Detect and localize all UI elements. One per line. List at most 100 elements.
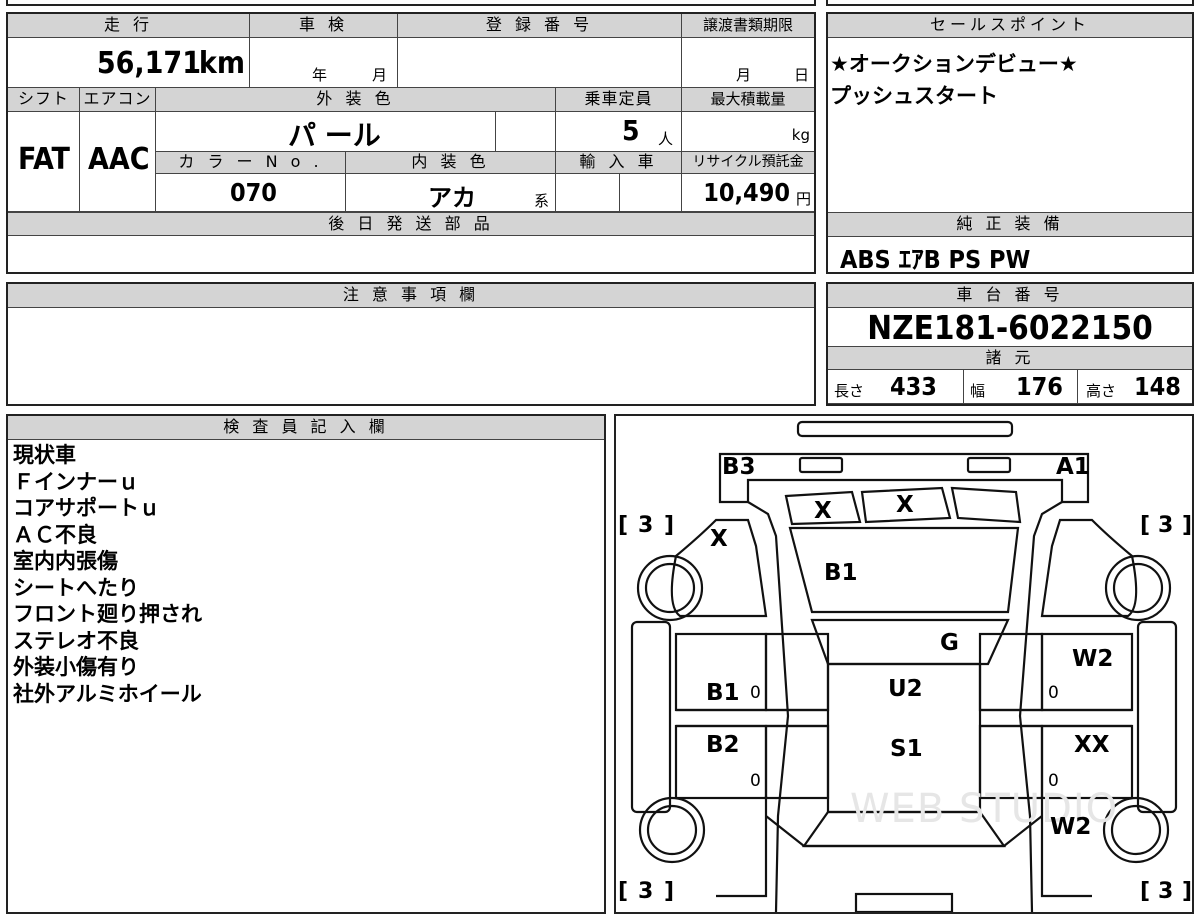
tire-tread-front-left: 3	[638, 513, 653, 538]
sales-point-line-1: ★オークションデビュー★	[830, 52, 1078, 76]
code-right-rear-door-sub: 0	[1048, 771, 1059, 791]
interior-color-cell: アカ 系	[346, 174, 556, 212]
spec-length-cell: 長さ 433	[828, 370, 964, 404]
spec-height-cell: 高さ 148	[1078, 370, 1192, 404]
code-windshield-left: X	[814, 498, 832, 524]
spec-length-value: 433	[890, 372, 937, 401]
code-left-front-door-sub: 0	[750, 683, 761, 703]
rear-right-wheel-inner	[1110, 804, 1162, 856]
spec-width-label: 幅	[970, 382, 986, 400]
color-no-cell: 070	[156, 174, 346, 212]
notes-header: 注 意 事 項 欄	[8, 284, 814, 308]
inspector-note: Ｆインナーｕ	[13, 469, 139, 494]
capacity-unit: 人	[658, 130, 674, 148]
transfer-deadline-cell: 月 日	[682, 38, 814, 88]
capacity-header: 乗車定員	[556, 88, 682, 112]
inspector-note: ＡＣ不良	[13, 522, 97, 547]
code-right-front-door-sub: 0	[1048, 683, 1059, 703]
code-cabin-rear: S1	[890, 736, 923, 762]
exterior-color-header: 外 装 色	[156, 88, 556, 112]
code-hood: B1	[824, 560, 858, 586]
registration-header: 登 録 番 号	[398, 14, 682, 38]
interior-color-header: 内 装 色	[346, 152, 556, 174]
capacity-value: 5	[622, 114, 640, 147]
top-edge-strip-right	[826, 0, 1194, 6]
inspector-note: フロント廻り押され	[13, 602, 202, 626]
code-front-left: B3	[722, 454, 756, 480]
front-right-wheel-inner	[1112, 562, 1164, 614]
vehicle-info-box: 走 行 車 検 登 録 番 号 譲渡書類期限 56,171 km 年 月 月 日…	[6, 12, 816, 274]
code-left-front-door: B1	[706, 680, 740, 706]
import-header: 輸 入 車	[556, 152, 682, 174]
sales-point-line-2: プッシュスタート	[830, 84, 998, 108]
capacity-cell: 5 人	[556, 112, 682, 152]
inspector-note: 外装小傷有り	[13, 655, 139, 679]
parts-header: 後 日 発 送 部 品	[8, 212, 814, 236]
recycle-value: 10,490	[703, 178, 790, 207]
import-cell	[556, 174, 620, 212]
rear-left-wheel	[638, 796, 706, 864]
transfer-day-unit: 日	[794, 66, 810, 84]
front-right-wheel	[1104, 554, 1172, 622]
front-left-wheel-inner	[644, 562, 696, 614]
shift-cell: FAT	[8, 112, 80, 212]
max-load-header: 最大積載量	[682, 88, 814, 112]
bracket-fl-close: ]	[664, 513, 674, 538]
inspection-year-unit: 年	[312, 66, 328, 84]
transfer-month-unit: 月	[736, 66, 752, 84]
inspection-cell: 年 月	[250, 38, 398, 88]
front-glass-right	[950, 486, 1022, 524]
bracket-rr-open: [	[1140, 879, 1150, 904]
code-left-rear-door-sub: 0	[750, 771, 761, 791]
rear-bumper	[854, 892, 954, 912]
windshield-outline	[810, 618, 1010, 666]
sales-point-header: セールスポイント	[828, 14, 1192, 38]
ac-value: AAC	[88, 142, 150, 177]
mileage-cell: 56,171 km	[8, 38, 250, 88]
sales-point-box: セールスポイント ★オークションデビュー★ プッシュスタート 純 正 装 備 A…	[826, 12, 1194, 274]
left-sill	[630, 620, 672, 814]
max-load-unit: kg	[791, 126, 810, 144]
bracket-rr-close: ]	[1182, 879, 1192, 904]
tire-tread-rear-right: 3	[1158, 879, 1173, 904]
max-load-cell: kg	[682, 112, 814, 152]
recycle-unit: 円	[795, 190, 811, 208]
shift-value: FAT	[18, 142, 70, 177]
code-roof: G	[940, 630, 959, 656]
bracket-fr-open: [	[1140, 513, 1150, 538]
code-left-rear-door: B2	[706, 732, 740, 758]
exterior-color-extra-cell	[496, 112, 556, 152]
tire-tread-front-right: 3	[1158, 513, 1173, 538]
shift-header: シフト	[8, 88, 80, 112]
inspection-header: 車 検	[250, 14, 398, 38]
code-front-right: A1	[1056, 454, 1090, 480]
interior-color-value: アカ	[428, 184, 476, 212]
right-headlight	[966, 456, 1012, 474]
inspector-note: ステレオ不良	[13, 628, 139, 653]
code-left-front-fender: X	[710, 526, 728, 552]
left-headlight	[798, 456, 844, 474]
inspector-note: 室内内張傷	[13, 549, 118, 573]
bracket-fl-open: [	[618, 513, 628, 538]
exterior-color-value: パ ール	[288, 119, 381, 152]
bracket-fr-close: ]	[1182, 513, 1192, 538]
chassis-header: 車 台 番 号	[828, 284, 1192, 308]
mileage-value: 56,171	[96, 46, 201, 81]
tire-tread-rear-left: 3	[638, 879, 653, 904]
code-right-rear-door: XX	[1074, 732, 1110, 758]
ac-cell: AAC	[80, 112, 156, 212]
left-front-door-inner	[764, 632, 830, 712]
car-diagram: WEB STUDIO [ 3 ] [ 3 ] [ 3 ] [ 3 ] B3 A1…	[618, 420, 1192, 912]
front-bumper-lip	[796, 420, 1014, 438]
spec-length-label: 長さ	[834, 382, 865, 400]
damage-diagram-box: WEB STUDIO [ 3 ] [ 3 ] [ 3 ] [ 3 ] B3 A1…	[614, 414, 1194, 914]
exterior-color-cell: パ ール	[156, 112, 496, 152]
parts-cell	[8, 236, 814, 272]
transfer-deadline-header: 譲渡書類期限	[682, 14, 814, 38]
bracket-rl-close: ]	[664, 879, 674, 904]
equipment-items: ABS ｴｱB PS PW	[840, 245, 1031, 274]
inspection-month-unit: 月	[372, 66, 388, 84]
code-right-rear-fender: W2	[1050, 814, 1091, 840]
spec-width-cell: 幅 176	[964, 370, 1078, 404]
front-left-wheel	[636, 554, 704, 622]
